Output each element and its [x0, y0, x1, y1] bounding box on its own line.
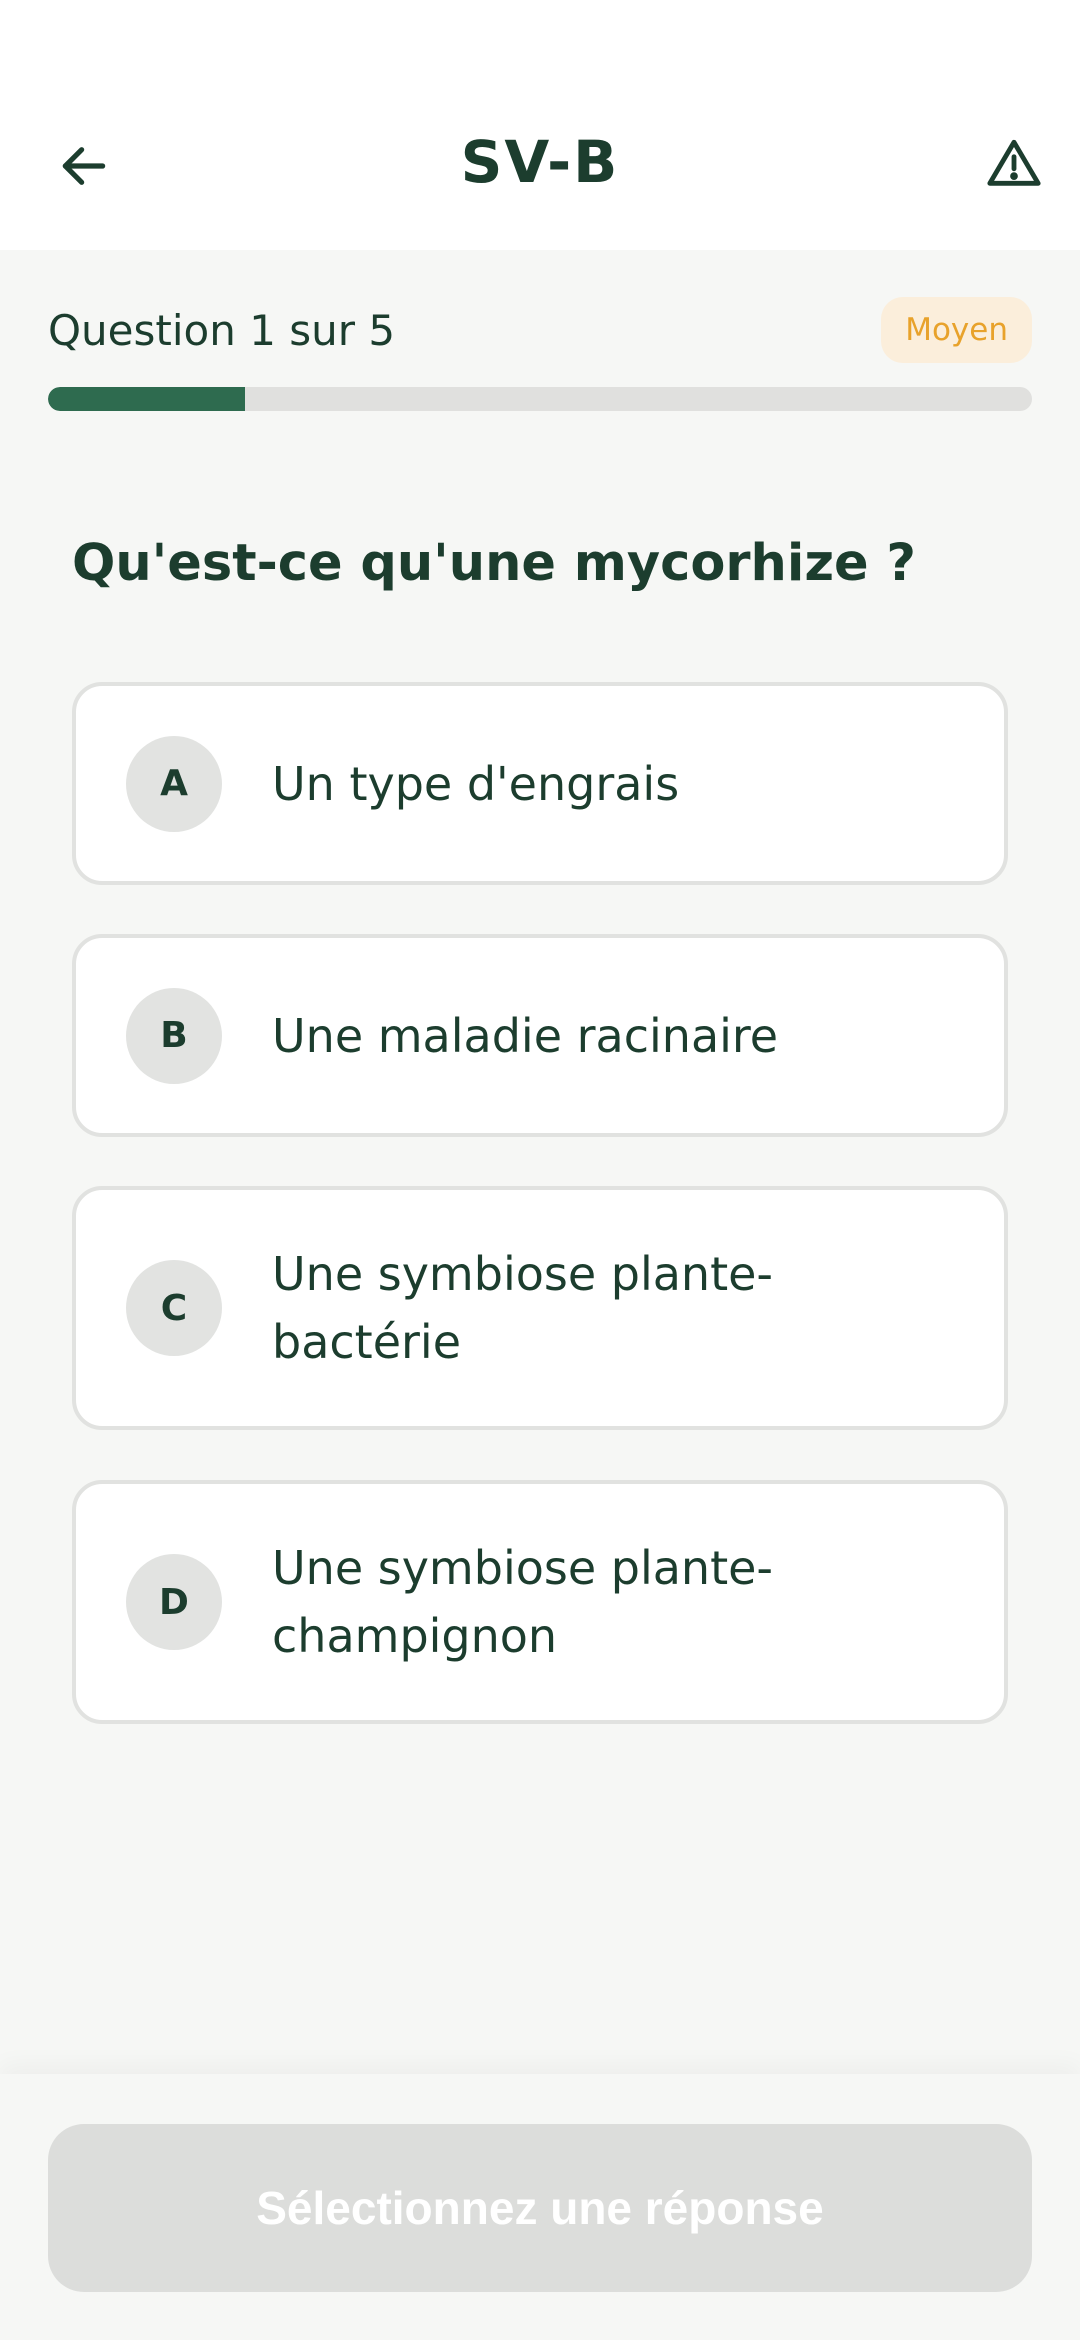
option-letter-badge: C — [126, 1260, 222, 1356]
progress-bar — [48, 387, 1032, 411]
difficulty-badge: Moyen — [881, 297, 1032, 363]
page-title: SV-B — [460, 128, 620, 196]
question-text: Qu'est-ce qu'une mycorhize ? — [72, 534, 916, 593]
quiz-screen: SV-B Question 1 sur 5 Moyen Qu'est-ce qu… — [0, 0, 1080, 2340]
question-counter: Question 1 sur 5 — [48, 306, 396, 355]
option-letter-badge: A — [126, 735, 222, 832]
option-letter-badge: B — [126, 987, 222, 1084]
warning-triangle-icon — [987, 139, 1041, 186]
back-button[interactable] — [48, 130, 120, 202]
difficulty-label: Moyen — [905, 312, 1008, 348]
arrow-left-icon — [62, 147, 106, 185]
option-label: Une symbiose plante-bactérie — [272, 1247, 774, 1369]
option-label: Une symbiose plante-champignon — [272, 1541, 774, 1663]
option-letter-badge: D — [126, 1554, 222, 1650]
progress-bar-fill — [48, 387, 245, 411]
bottom-action-bar: Sélectionnez une réponse — [0, 2074, 1080, 2340]
answer-option-b[interactable]: B Une maladie racinaire — [72, 934, 1008, 1137]
answer-option-d[interactable]: D Une symbiose plante-champignon — [72, 1480, 1008, 1724]
top-app-bar: SV-B — [0, 0, 1080, 250]
option-label: Un type d'engrais — [272, 756, 680, 811]
submit-answer-button[interactable]: Sélectionnez une réponse — [48, 2124, 1032, 2292]
report-button[interactable] — [978, 128, 1050, 200]
answer-option-a[interactable]: A Un type d'engrais — [72, 682, 1008, 885]
answer-option-c[interactable]: C Une symbiose plante-bactérie — [72, 1186, 1008, 1430]
option-label: Une maladie racinaire — [272, 1008, 779, 1063]
